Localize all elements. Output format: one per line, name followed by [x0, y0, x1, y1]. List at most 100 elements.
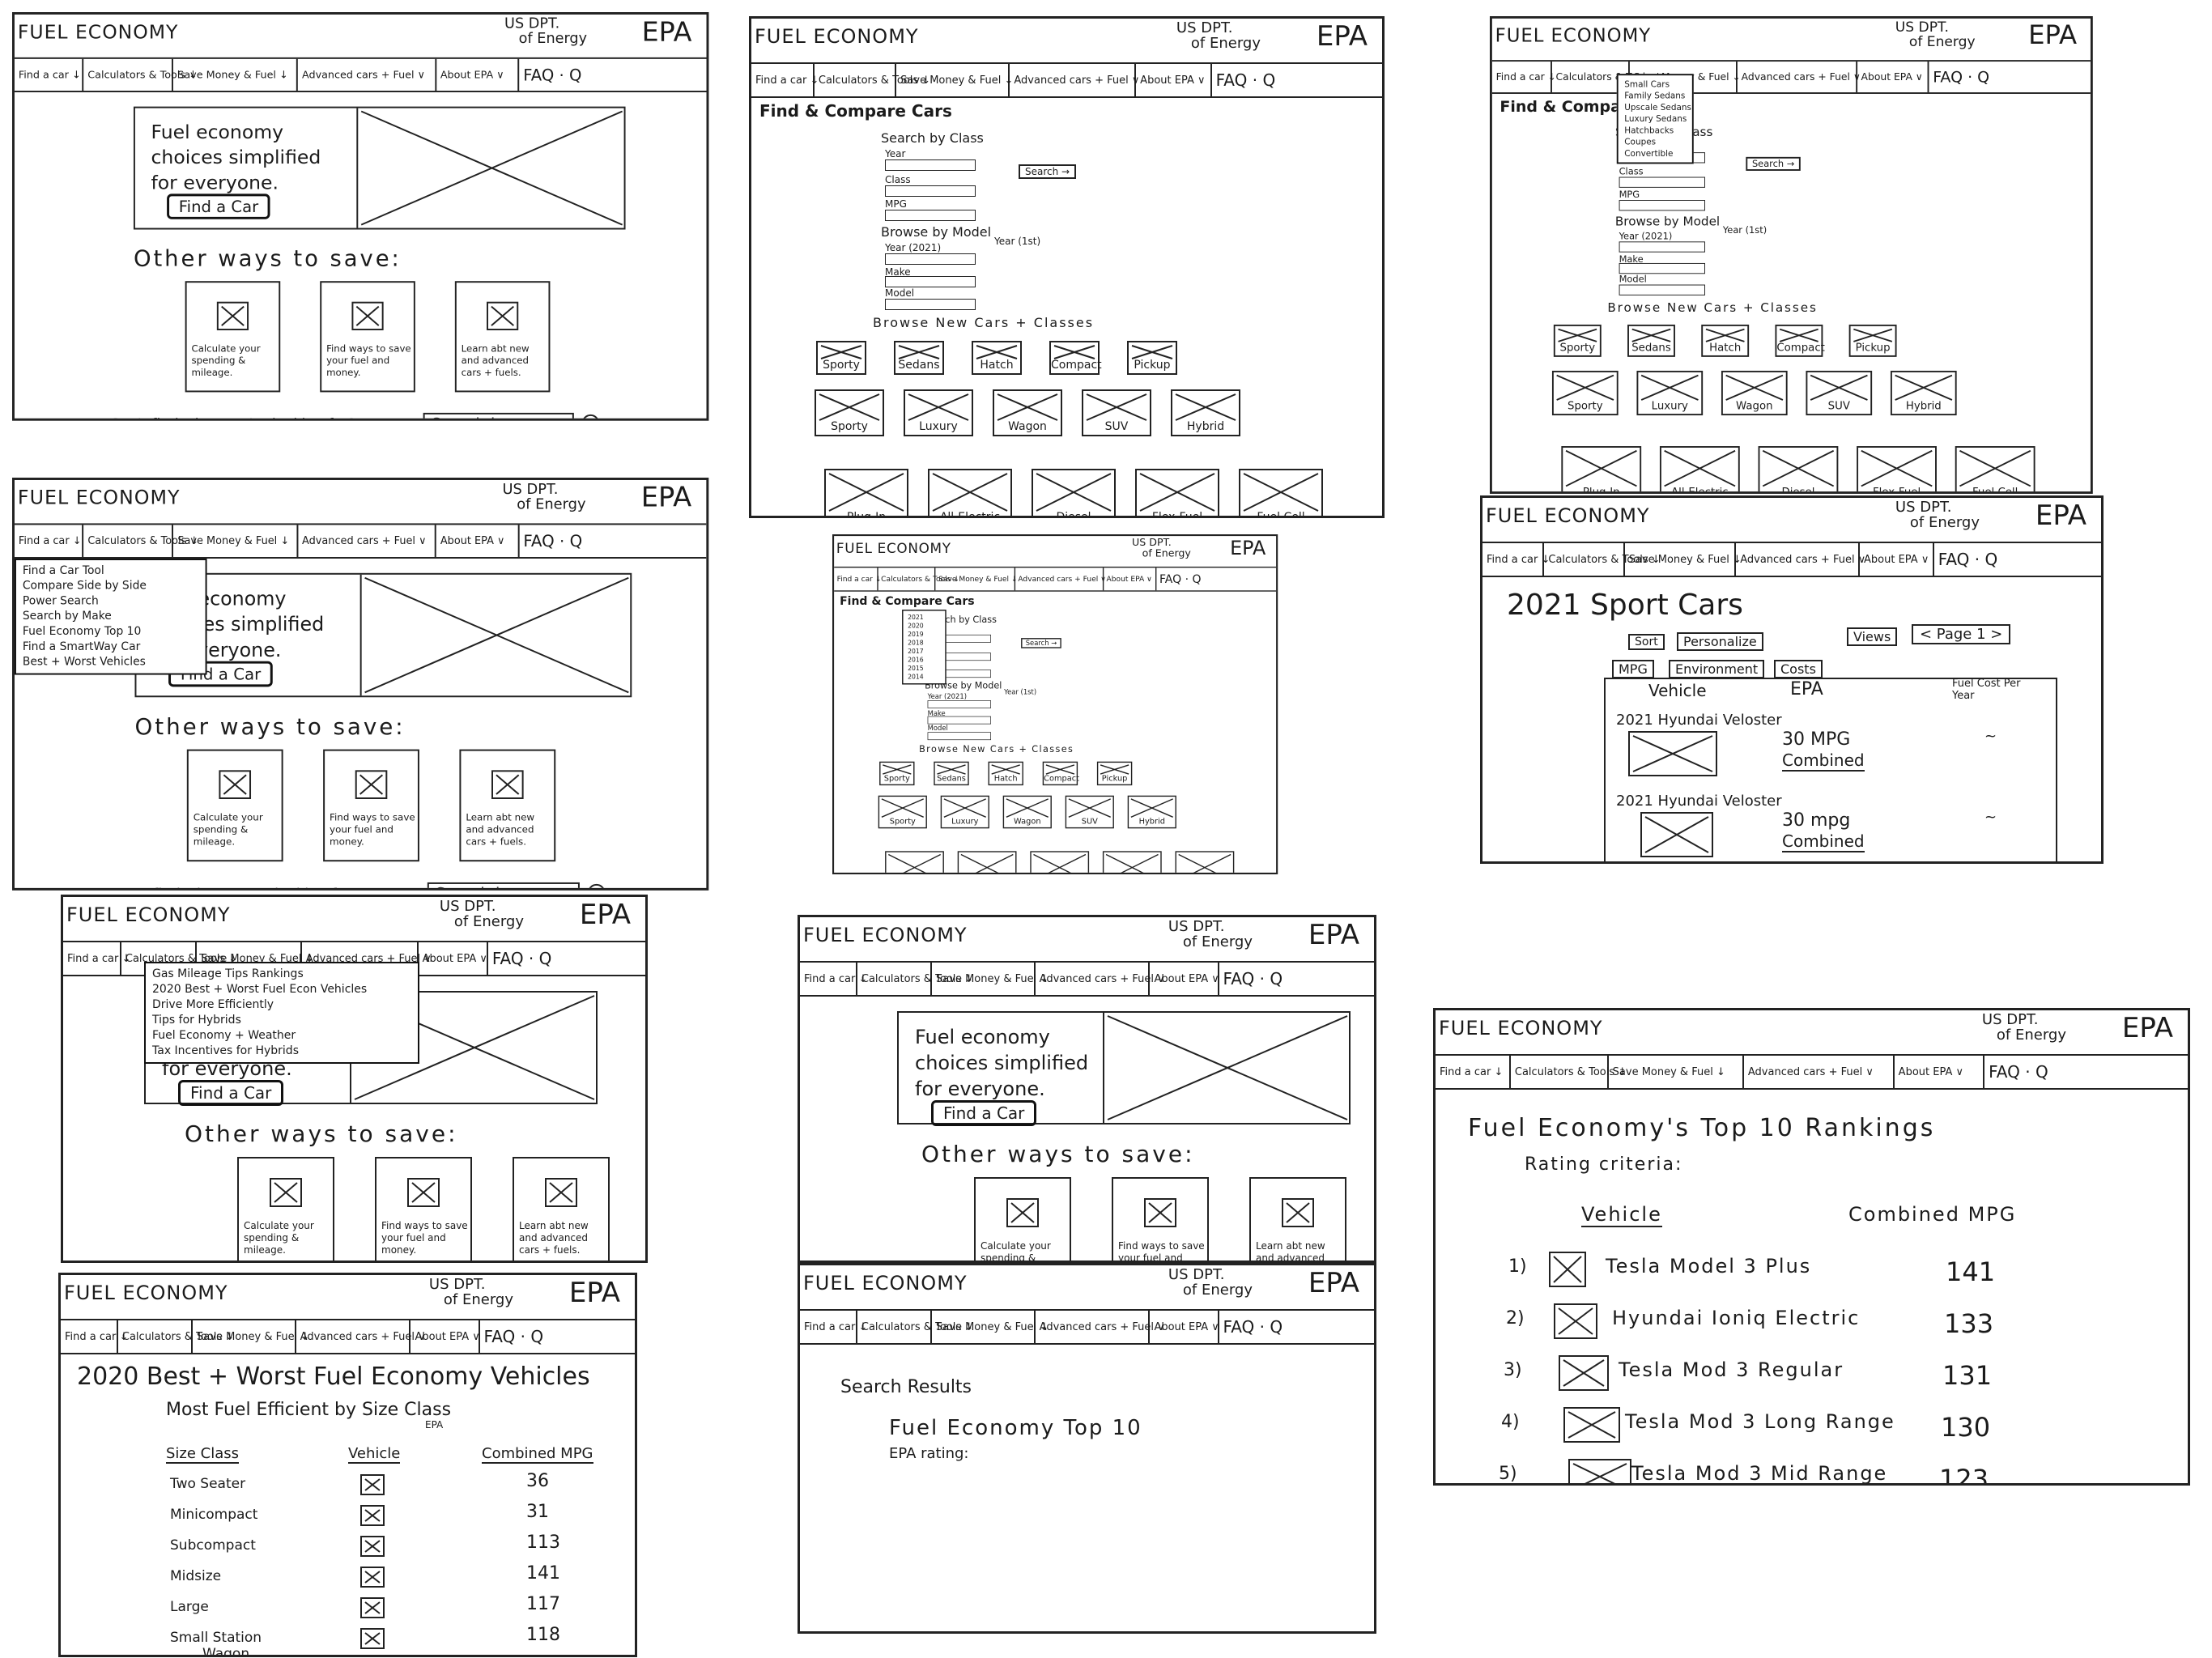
nav-item-2[interactable]: Save Money & Fuel ↓: [193, 1320, 309, 1353]
nav-item-3[interactable]: Advanced cars + Fuel ∨: [1036, 1311, 1165, 1343]
save-card-1[interactable]: Find ways to save your fuel and money.: [375, 1157, 472, 1261]
tab-2[interactable]: Costs: [1774, 660, 1823, 678]
nav-item-1[interactable]: Calculators & Tools ↓: [815, 64, 930, 96]
year-option[interactable]: 2015: [908, 664, 941, 673]
nav-item-0[interactable]: Find a car ↓: [1436, 1056, 1511, 1088]
nav-item-4[interactable]: About EPA ∨: [436, 58, 520, 91]
find-car-menu-item[interactable]: Best + Worst Vehicles: [23, 655, 199, 670]
brand-logo[interactable]: FUEL ECONOMY: [836, 541, 951, 557]
nav-item-4[interactable]: About EPA ∨: [1895, 1056, 1985, 1088]
year-option[interactable]: 2018: [908, 639, 941, 648]
find-car-button[interactable]: Find a Car: [931, 1100, 1037, 1126]
search-result-link[interactable]: Fuel Economy Top 10: [889, 1416, 1142, 1440]
year-option[interactable]: 2014: [908, 673, 941, 682]
brand-logo[interactable]: FUEL ECONOMY: [803, 924, 968, 946]
class-tile[interactable]: Pickup: [1096, 761, 1133, 786]
epa-logo[interactable]: EPA: [2122, 1012, 2173, 1044]
save-card-0[interactable]: Calculate your spending & mileage.: [237, 1157, 334, 1261]
brand-logo[interactable]: FUEL ECONOMY: [66, 903, 231, 926]
class-tile[interactable]: Sedans: [1627, 324, 1675, 357]
class-tile[interactable]: Wagon: [993, 389, 1062, 436]
class-option[interactable]: Coupes: [1624, 136, 1686, 147]
find-car-menu-item[interactable]: Search by Make: [23, 609, 199, 624]
nav-item-0[interactable]: Find a car ↓: [61, 1320, 128, 1353]
nav-item-5[interactable]: FAQ · Q: [519, 525, 588, 557]
epa-logo[interactable]: EPA: [580, 899, 631, 931]
class-tile[interactable]: Diesel: [1758, 446, 1839, 492]
nav-item-3[interactable]: Advanced cars + Fuel ∨: [1010, 64, 1139, 96]
nav-item-4[interactable]: About EPA ∨: [1104, 568, 1157, 591]
nav-item-3[interactable]: Advanced cars + Fuel ∨: [1744, 1056, 1895, 1088]
nav-item-4[interactable]: About EPA ∨: [436, 525, 520, 558]
nav-item-0[interactable]: Find a car ↓: [1482, 543, 1550, 576]
save-money-menu-item[interactable]: 2020 Best + Worst Fuel Econ Vehicles: [152, 982, 411, 997]
find-car-menu-item[interactable]: Power Search: [23, 594, 199, 610]
search-button[interactable]: Search →: [1746, 156, 1801, 171]
class-tile[interactable]: Sporty: [1553, 324, 1602, 357]
epa-logo[interactable]: EPA: [569, 1277, 620, 1309]
nav-item-0[interactable]: Find a car ↓: [834, 568, 881, 591]
class-tile[interactable]: Sporty: [816, 341, 866, 375]
class-tile[interactable]: All-Electric: [928, 469, 1012, 516]
nav-item-3[interactable]: Advanced cars + Fuel ∨: [1736, 543, 1865, 576]
nav-item-2[interactable]: Save Money & Fuel ↓: [932, 1311, 1049, 1343]
class-tile[interactable]: Fuel Cell: [1175, 851, 1235, 873]
brand-logo[interactable]: FUEL ECONOMY: [1486, 504, 1650, 527]
class-tile[interactable]: Hatch: [988, 761, 1023, 786]
nav-item-3[interactable]: Advanced cars + Fuel ∨: [298, 58, 436, 91]
find-car-menu-item[interactable]: Compare Side by Side: [23, 579, 199, 594]
class-option[interactable]: Small Cars: [1624, 79, 1686, 90]
year-select[interactable]: [885, 159, 976, 171]
year-option[interactable]: 2020: [908, 622, 941, 631]
nav-item-1[interactable]: Calculators & Tools ↓: [878, 568, 959, 591]
nav-item-1[interactable]: Calculators & Tools ↓: [1544, 543, 1661, 576]
nav-item-1[interactable]: Calculators & Tools ↓: [857, 1311, 973, 1343]
nav-item-2[interactable]: Save Money & Fuel ↓: [173, 58, 299, 91]
save-money-menu-item[interactable]: Gas Mileage Tips Rankings: [152, 967, 411, 982]
class-tile[interactable]: Diesel: [1030, 851, 1090, 873]
class-tile[interactable]: Hatch: [1701, 324, 1750, 357]
class-tile[interactable]: Luxury: [904, 389, 973, 436]
epa-logo[interactable]: EPA: [1317, 20, 1368, 53]
brand-logo[interactable]: FUEL ECONOMY: [18, 487, 181, 509]
nav-item-0[interactable]: Find a car ↓: [751, 64, 819, 96]
class-tile[interactable]: Luxury: [940, 795, 989, 829]
brand-logo[interactable]: FUEL ECONOMY: [1439, 1017, 1603, 1039]
nav-item-1[interactable]: Calculators & Tools ↓: [857, 963, 973, 995]
class-tile[interactable]: Pickup: [1127, 341, 1177, 375]
find-car-button[interactable]: Find a Car: [167, 193, 270, 219]
save-card-2[interactable]: Learn abt new and advanced cars + fuels.: [459, 749, 556, 862]
nav-item-2[interactable]: Save Money & Fuel ↓: [896, 64, 1013, 96]
nav-item-0[interactable]: Find a car ↓: [1492, 62, 1556, 93]
nav-item-5[interactable]: FAQ · Q: [480, 1320, 544, 1353]
year-option[interactable]: 2017: [908, 647, 941, 656]
epa-logo[interactable]: EPA: [642, 16, 692, 48]
class-option[interactable]: Convertible: [1624, 147, 1686, 159]
class-tile[interactable]: Compact: [1049, 341, 1102, 375]
nav-item-4[interactable]: About EPA ∨: [1136, 64, 1212, 96]
class-tile[interactable]: Fuel Cell: [1239, 469, 1323, 516]
brand-logo[interactable]: FUEL ECONOMY: [803, 1272, 968, 1295]
class-option[interactable]: Family Sedans: [1624, 90, 1686, 101]
class-tile[interactable]: SUV: [1065, 795, 1114, 829]
save-card-0[interactable]: Calculate your spending & mileage.: [974, 1177, 1071, 1261]
class-option[interactable]: Upscale Sedans: [1624, 101, 1691, 113]
class-tile[interactable]: Fuel Cell: [1955, 446, 2035, 492]
save-card-2[interactable]: Learn abt new and advanced cars + fuels.: [513, 1157, 610, 1261]
tab-1[interactable]: Environment: [1669, 660, 1765, 678]
nav-item-0[interactable]: Find a car ↓: [15, 525, 84, 558]
class-tile[interactable]: Plug-In: [885, 851, 944, 873]
year-option[interactable]: 2019: [908, 630, 941, 639]
class-tile[interactable]: Plug-In: [824, 469, 908, 516]
sort-button[interactable]: Sort: [1628, 634, 1665, 650]
search-input[interactable]: Search here.: [427, 882, 580, 889]
brand-logo[interactable]: FUEL ECONOMY: [64, 1282, 228, 1304]
class-select[interactable]: [885, 185, 976, 197]
nav-item-3[interactable]: Advanced cars + Fuel ∨: [1015, 568, 1106, 591]
nav-item-5[interactable]: FAQ · Q: [488, 942, 552, 975]
nav-item-5[interactable]: FAQ · Q: [1934, 543, 1998, 576]
search-button[interactable]: Search →: [1019, 164, 1077, 179]
class-tile[interactable]: Sporty: [815, 389, 884, 436]
save-card-1[interactable]: Find ways to save your fuel and money.: [1112, 1177, 1209, 1261]
brand-logo[interactable]: FUEL ECONOMY: [755, 25, 919, 48]
